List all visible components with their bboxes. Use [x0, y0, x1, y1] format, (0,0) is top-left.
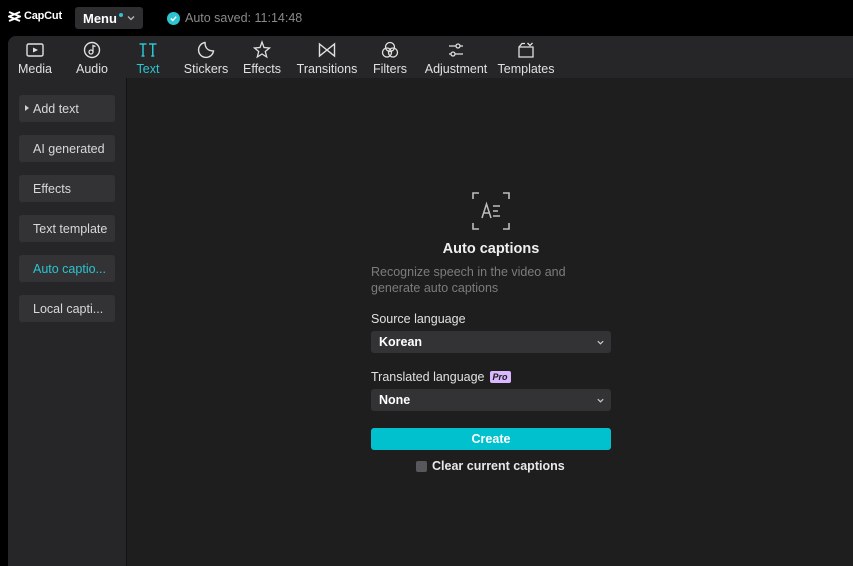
clear-captions-label: Clear current captions: [432, 459, 565, 473]
auto-captions-icon: [472, 192, 510, 230]
tab-media[interactable]: Media: [16, 36, 54, 78]
auto-captions-panel: Auto captions Recognize speech in the vi…: [128, 78, 853, 566]
media-icon: [26, 43, 44, 57]
text-icon: [139, 43, 157, 57]
check-circle-icon: [167, 11, 180, 25]
text-sidebar: Add text AI generated Effects Text templ…: [8, 78, 127, 566]
audio-icon: [83, 41, 101, 59]
menu-notification-dot: [118, 13, 123, 17]
source-language-value: Korean: [379, 335, 423, 349]
source-language-label-text: Source language: [371, 312, 466, 326]
translated-language-value: None: [379, 393, 411, 407]
autosave-text: Auto saved: 11:14:48: [185, 11, 303, 25]
auto-captions-title: Auto captions: [442, 241, 540, 257]
transitions-icon: [318, 42, 336, 58]
caret-right-icon: [25, 105, 29, 111]
logo-text: CapCut: [24, 10, 62, 22]
create-button[interactable]: Create: [371, 428, 611, 450]
tab-adjustment[interactable]: Adjustment: [421, 36, 491, 78]
tab-label: Transitions: [296, 62, 358, 76]
capcut-logo: CapCut: [8, 10, 62, 22]
sidebar-item-effects[interactable]: Effects: [19, 175, 115, 202]
capcut-logo-icon: [8, 10, 21, 22]
chevron-down-icon: [127, 16, 135, 21]
tab-templates[interactable]: Templates: [496, 36, 556, 78]
sidebar-item-text-template[interactable]: Text template: [19, 215, 115, 242]
source-language-label: Source language: [371, 312, 466, 326]
chevron-down-icon: [597, 398, 604, 403]
adjustment-icon: [449, 43, 463, 57]
tab-label: Media: [17, 62, 53, 76]
tab-label: Audio: [76, 62, 108, 76]
tab-stickers[interactable]: Stickers: [180, 36, 232, 78]
sidebar-item-add-text[interactable]: Add text: [19, 95, 115, 122]
filters-icon: [381, 41, 399, 58]
menu-label: Menu: [83, 10, 117, 26]
menu-button[interactable]: Menu: [75, 7, 143, 29]
translated-language-label-text: Translated language: [371, 370, 485, 384]
pro-badge: Pro: [489, 371, 511, 383]
top-bar: CapCut Menu Auto saved: 11:14:48: [0, 0, 853, 36]
translated-language-label: Translated language Pro: [371, 370, 511, 384]
effects-icon: [252, 40, 272, 59]
sidebar-item-label: Text template: [33, 221, 108, 236]
tab-label: Templates: [497, 62, 555, 76]
tab-label: Filters: [372, 62, 408, 76]
source-language-select[interactable]: Korean: [371, 331, 611, 353]
sidebar-item-local-captions[interactable]: Local capti...: [19, 295, 115, 322]
sidebar-item-label: Effects: [33, 181, 71, 196]
tab-transitions[interactable]: Transitions: [295, 36, 359, 78]
clear-captions-option[interactable]: Clear current captions: [416, 459, 565, 473]
chevron-down-icon: [597, 340, 604, 345]
tab-label: Adjustment: [424, 62, 488, 76]
sticker-icon: [197, 41, 215, 59]
sidebar-item-label: Auto captio...: [33, 261, 106, 276]
translated-language-select[interactable]: None: [371, 389, 611, 411]
templates-icon: [518, 42, 534, 58]
tab-audio[interactable]: Audio: [73, 36, 111, 78]
tab-text[interactable]: Text: [132, 36, 164, 78]
sidebar-item-auto-captions[interactable]: Auto captio...: [19, 255, 115, 282]
clear-captions-checkbox[interactable]: [416, 460, 427, 472]
main-panel: Media Audio Text Stickers Effects Transi…: [8, 36, 853, 566]
autosave-status: Auto saved: 11:14:48: [167, 11, 302, 25]
tab-effects[interactable]: Effects: [240, 36, 284, 78]
sidebar-item-label: AI generated: [33, 141, 105, 156]
sidebar-item-ai-generated[interactable]: AI generated: [19, 135, 115, 162]
sidebar-item-label: Local capti...: [33, 301, 104, 316]
sidebar-item-label: Add text: [33, 101, 79, 116]
auto-captions-description: Recognize speech in the video and genera…: [371, 265, 566, 295]
tab-label: Effects: [243, 62, 281, 76]
tab-filters[interactable]: Filters: [371, 36, 409, 78]
tab-bar: Media Audio Text Stickers Effects Transi…: [8, 36, 853, 78]
tab-label: Stickers: [183, 62, 229, 76]
tab-label: Text: [136, 62, 160, 76]
